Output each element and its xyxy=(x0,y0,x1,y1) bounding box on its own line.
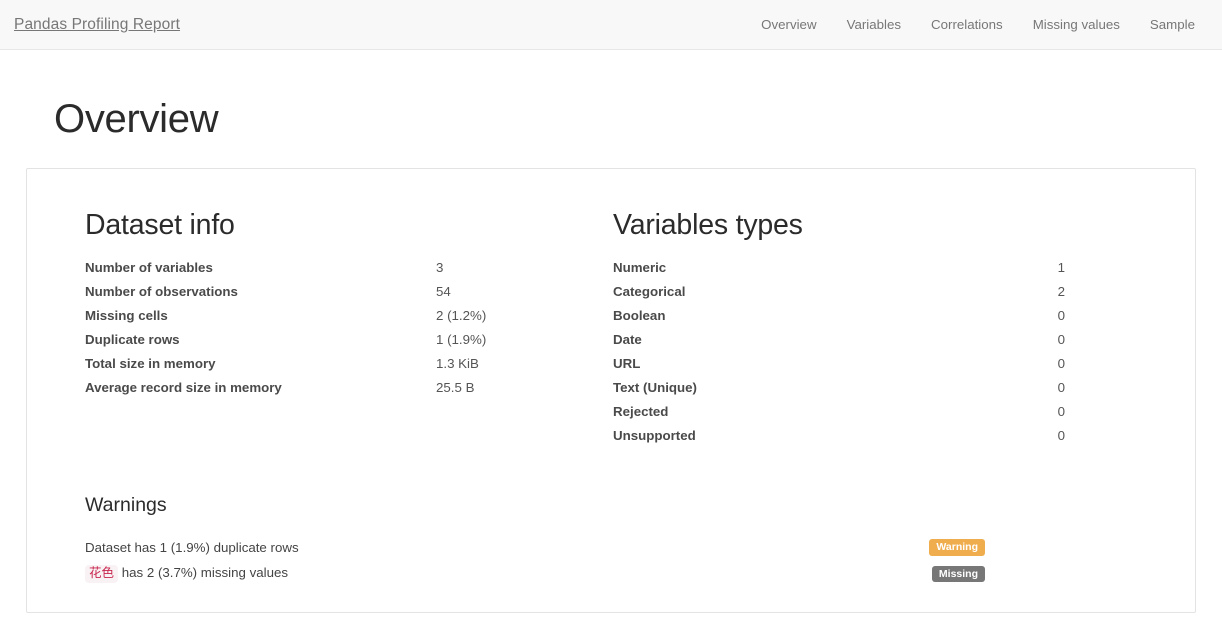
main-container: Overview Dataset info Number of variable… xyxy=(0,97,1222,613)
nav-item-sample[interactable]: Sample xyxy=(1135,0,1210,50)
warning-text: Dataset has 1 (1.9%) duplicate rows xyxy=(85,539,299,555)
nav-item-variables[interactable]: Variables xyxy=(832,0,916,50)
stat-label: Average record size in memory xyxy=(85,379,282,395)
nav-link-variables[interactable]: Variables xyxy=(832,0,916,50)
type-label: Rejected xyxy=(613,403,669,419)
type-label: URL xyxy=(613,355,641,371)
stat-value: 1 (1.9%) xyxy=(436,331,487,347)
stat-label: Duplicate rows xyxy=(85,331,180,347)
variables-types-section: Variables types Numeric 1 Categorical 2 xyxy=(611,199,1165,448)
warning-badge-cell: Warning xyxy=(865,534,985,560)
type-label: Date xyxy=(613,331,642,347)
stat-value: 25.5 B xyxy=(436,379,475,395)
table-row: Categorical 2 xyxy=(613,280,1065,304)
table-row: Unsupported 0 xyxy=(613,424,1065,448)
status-badge: Warning xyxy=(929,539,985,556)
warnings-title: Warnings xyxy=(85,493,167,516)
type-label: Categorical xyxy=(613,283,686,299)
table-row: Average record size in memory 25.5 B xyxy=(85,376,551,400)
nav-item-missing-values[interactable]: Missing values xyxy=(1018,0,1135,50)
stat-label: Number of observations xyxy=(85,283,238,299)
type-label: Text (Unique) xyxy=(613,379,697,395)
warning-badge-cell: Missing xyxy=(865,560,985,587)
type-value: 0 xyxy=(1057,355,1065,371)
table-row: Text (Unique) 0 xyxy=(613,376,1065,400)
type-label: Numeric xyxy=(613,259,667,275)
nav-link-sample[interactable]: Sample xyxy=(1135,0,1210,50)
warnings-section: Warnings Dataset has 1 (1.9%) duplicate … xyxy=(85,494,1165,587)
type-value: 2 xyxy=(1057,283,1065,299)
page-title: Overview xyxy=(54,97,219,141)
nav-link-missing-values[interactable]: Missing values xyxy=(1018,0,1135,50)
nav-link-overview[interactable]: Overview xyxy=(746,0,831,50)
table-row: Date 0 xyxy=(613,328,1065,352)
warnings-table: Dataset has 1 (1.9%) duplicate rows Warn… xyxy=(85,534,985,587)
type-label: Unsupported xyxy=(613,427,696,443)
dataset-info-title: Dataset info xyxy=(85,209,235,241)
table-row: Total size in memory 1.3 KiB xyxy=(85,352,551,376)
type-value: 0 xyxy=(1057,379,1065,395)
table-row: Duplicate rows 1 (1.9%) xyxy=(85,328,551,352)
table-row: Numeric 1 xyxy=(613,256,1065,280)
table-row: URL 0 xyxy=(613,352,1065,376)
stat-label: Missing cells xyxy=(85,307,168,323)
nav-link-correlations[interactable]: Correlations xyxy=(916,0,1018,50)
variables-types-table: Numeric 1 Categorical 2 Boolean 0 Date 0… xyxy=(613,256,1065,448)
overview-card: Dataset info Number of variables 3 Numbe… xyxy=(26,168,1196,613)
nav-item-correlations[interactable]: Correlations xyxy=(916,0,1018,50)
warning-row: 花色 has 2 (3.7%) missing values Missing xyxy=(85,560,985,587)
stat-label: Number of variables xyxy=(85,259,213,275)
warning-row: Dataset has 1 (1.9%) duplicate rows Warn… xyxy=(85,534,985,560)
warning-message: 花色 has 2 (3.7%) missing values xyxy=(85,560,865,587)
overview-row: Dataset info Number of variables 3 Numbe… xyxy=(57,199,1165,448)
dataset-info-section: Dataset info Number of variables 3 Numbe… xyxy=(57,199,611,448)
type-value: 0 xyxy=(1057,331,1065,347)
navbar-brand[interactable]: Pandas Profiling Report xyxy=(14,15,180,35)
navbar-links: Overview Variables Correlations Missing … xyxy=(746,0,1210,50)
report-page: Pandas Profiling Report Overview Variabl… xyxy=(0,0,1222,624)
type-value: 0 xyxy=(1057,403,1065,419)
table-row: Boolean 0 xyxy=(613,304,1065,328)
stat-value: 2 (1.2%) xyxy=(436,307,487,323)
warning-message: Dataset has 1 (1.9%) duplicate rows xyxy=(85,534,865,560)
table-row: Number of variables 3 xyxy=(85,256,551,280)
table-row: Missing cells 2 (1.2%) xyxy=(85,304,551,328)
top-navbar: Pandas Profiling Report Overview Variabl… xyxy=(0,0,1222,50)
stat-value: 54 xyxy=(436,283,451,299)
warning-text: has 2 (3.7%) missing values xyxy=(121,564,289,580)
table-row: Rejected 0 xyxy=(613,400,1065,424)
stat-value: 1.3 KiB xyxy=(436,355,479,371)
status-badge: Missing xyxy=(931,565,985,583)
variables-types-title: Variables types xyxy=(613,209,803,241)
variable-name-code[interactable]: 花色 xyxy=(85,564,119,583)
type-label: Boolean xyxy=(613,307,666,323)
stat-value: 3 xyxy=(436,259,444,275)
type-value: 0 xyxy=(1057,427,1065,443)
table-row: Number of observations 54 xyxy=(85,280,551,304)
type-value: 0 xyxy=(1057,307,1065,323)
type-value: 1 xyxy=(1057,259,1065,275)
stat-label: Total size in memory xyxy=(85,355,216,371)
dataset-info-table: Number of variables 3 Number of observat… xyxy=(85,256,551,400)
nav-item-overview[interactable]: Overview xyxy=(746,0,831,50)
